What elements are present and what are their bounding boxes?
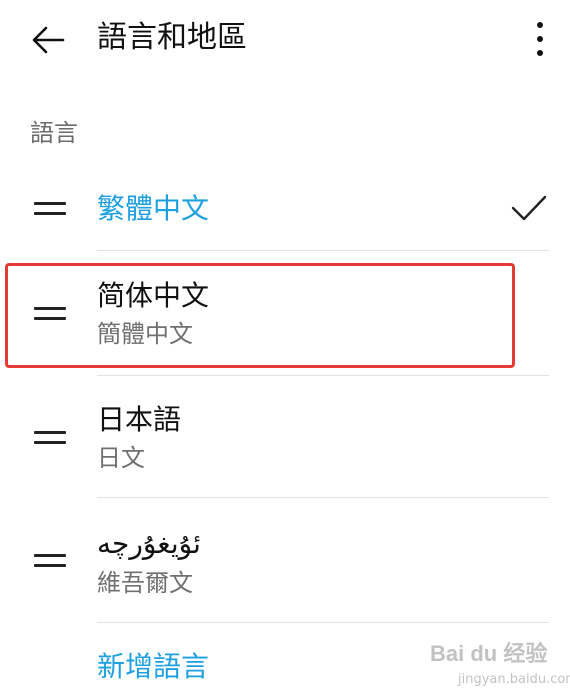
check-icon: [511, 195, 547, 221]
language-and-region-screen: 語言和地區 語言 繁體中文 简体中文 簡體中文 日本語 日文 ئۇيغۇرچە …: [0, 0, 570, 697]
watermark-text: Bai du 经验: [430, 641, 548, 666]
language-row-traditional-chinese[interactable]: 繁體中文: [0, 180, 570, 250]
divider: [97, 375, 549, 376]
language-row-uyghur[interactable]: ئۇيغۇرچە 維吾爾文: [0, 512, 570, 620]
drag-handle-icon[interactable]: [34, 554, 66, 568]
app-header: 語言和地區: [0, 0, 570, 80]
section-label-language: 語言: [30, 119, 78, 147]
watermark: Bai du 经验 jingyan.baidu.com: [430, 636, 570, 694]
arrow-left-icon: [32, 26, 65, 54]
more-vertical-icon: [537, 22, 543, 28]
language-name: 繁體中文: [97, 192, 210, 225]
page-title: 語言和地區: [97, 20, 247, 55]
more-vertical-icon-dot: [537, 50, 543, 56]
watermark-subtext: jingyan.baidu.com: [458, 672, 570, 687]
language-row-japanese[interactable]: 日本語 日文: [0, 388, 570, 496]
language-subtitle: 維吾爾文: [97, 569, 193, 597]
add-language-button[interactable]: 新增語言: [97, 648, 209, 686]
back-button[interactable]: [26, 20, 70, 60]
more-vertical-icon-dot: [537, 36, 543, 42]
language-subtitle: 日文: [97, 444, 145, 472]
more-options-button[interactable]: [520, 14, 560, 64]
language-name: ئۇيغۇرچە: [97, 527, 201, 560]
divider: [97, 622, 549, 623]
drag-handle-icon[interactable]: [34, 431, 66, 445]
drag-handle-icon[interactable]: [34, 202, 66, 216]
highlight-annotation-box: [5, 263, 515, 368]
divider: [97, 250, 549, 251]
language-name: 日本語: [97, 403, 182, 436]
divider: [97, 497, 549, 498]
